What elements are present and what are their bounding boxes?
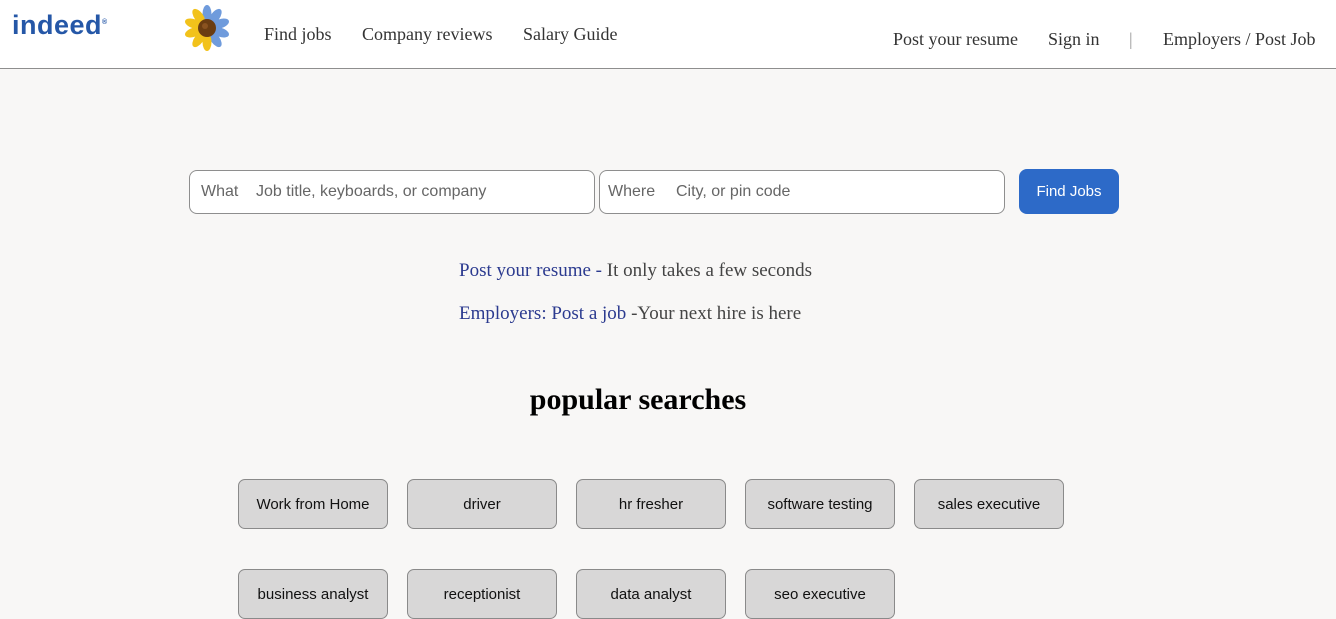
popular-search-chip[interactable]: sales executive [914, 479, 1064, 529]
popular-search-chip[interactable]: receptionist [407, 569, 557, 619]
employer-promo-text: -Your next hire is here [626, 303, 802, 324]
logo-text: indeed [12, 10, 103, 40]
where-label: Where [608, 183, 656, 200]
sunflower-icon [185, 5, 229, 51]
nav-separator: | [1129, 29, 1133, 49]
registered-mark: ® [102, 19, 108, 26]
indeed-logo[interactable]: indeed® [12, 10, 108, 41]
nav-salary-guide[interactable]: Salary Guide [523, 24, 617, 45]
where-input[interactable] [676, 172, 996, 212]
popular-search-chip[interactable]: business analyst [238, 569, 388, 619]
what-search-box[interactable]: What [189, 170, 595, 214]
resume-promo: Post your resume - It only takes a few s… [459, 260, 812, 282]
find-jobs-button[interactable]: Find Jobs [1019, 169, 1119, 214]
where-search-box[interactable]: Where [599, 170, 1005, 214]
employer-promo: Employers: Post a job -Your next hire is… [459, 303, 801, 325]
nav-employers-post-job[interactable]: Employers / Post Job [1163, 29, 1316, 50]
popular-search-chip[interactable]: Work from Home [238, 479, 388, 529]
popular-search-chip[interactable]: data analyst [576, 569, 726, 619]
nav-sign-in[interactable]: Sign in [1048, 29, 1100, 50]
popular-search-chip[interactable]: hr fresher [576, 479, 726, 529]
nav-find-jobs[interactable]: Find jobs [264, 24, 332, 45]
what-input[interactable] [256, 172, 586, 212]
top-navbar: indeed® Find jobs Company reviews Salary [0, 0, 1336, 69]
resume-promo-text: It only takes a few seconds [602, 260, 813, 281]
nav-post-resume[interactable]: Post your resume [893, 29, 1018, 50]
what-label: What [201, 183, 239, 200]
popular-searches-heading: popular searches [529, 383, 747, 416]
post-resume-link[interactable]: Post your resume - [459, 260, 602, 281]
popular-search-chip[interactable]: software testing [745, 479, 895, 529]
popular-search-chip[interactable]: driver [407, 479, 557, 529]
popular-search-chip[interactable]: seo executive [745, 569, 895, 619]
nav-company-reviews[interactable]: Company reviews [362, 24, 492, 45]
post-job-link[interactable]: Employers: Post a job [459, 303, 626, 324]
